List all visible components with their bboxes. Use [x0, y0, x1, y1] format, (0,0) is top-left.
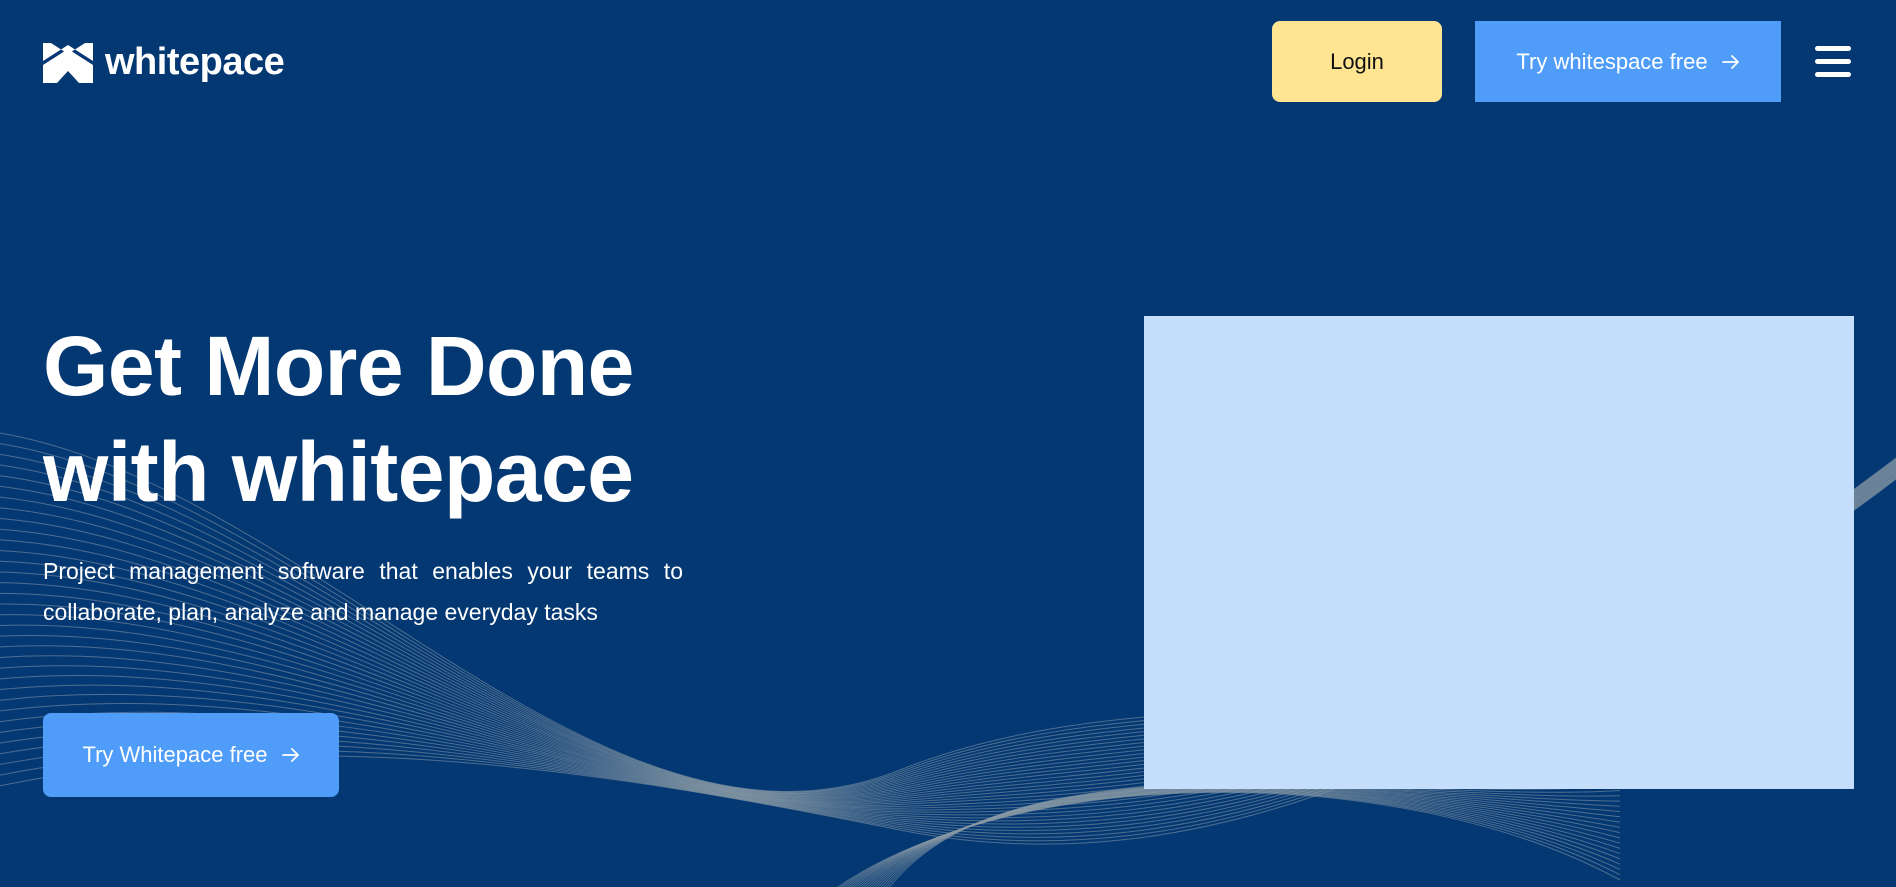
menu-line — [1815, 59, 1851, 64]
login-button[interactable]: Login — [1272, 21, 1442, 102]
try-free-header-button[interactable]: Try whitespace free — [1475, 21, 1781, 102]
whitepace-logo-icon — [43, 43, 93, 83]
wave-line — [850, 789, 1621, 887]
wave-line — [858, 788, 1621, 887]
wave-line — [872, 785, 1621, 887]
arrow-right-icon — [281, 748, 299, 762]
brand-name: whitepace — [105, 41, 285, 83]
wave-line — [889, 779, 1621, 887]
hero-image-placeholder — [1144, 316, 1854, 789]
menu-line — [1815, 72, 1851, 77]
wave-line — [866, 786, 1621, 887]
hero-title-line-1: Get More Done — [43, 319, 634, 413]
try-free-hero-button[interactable]: Try Whitepace free — [43, 713, 339, 797]
hero-title-line-2: with whitepace — [43, 425, 634, 519]
wave-line — [839, 791, 1621, 887]
wave-line — [880, 784, 1621, 887]
try-free-header-label: Try whitespace free — [1516, 48, 1708, 74]
wave-line — [837, 791, 1621, 887]
wave-line — [875, 785, 1621, 887]
wave-line — [861, 787, 1621, 887]
menu-line — [1815, 46, 1851, 51]
wave-line — [864, 787, 1621, 887]
hero-subtitle: Project management software that enables… — [43, 558, 683, 625]
hamburger-menu-icon[interactable] — [1815, 44, 1853, 78]
wave-line — [877, 784, 1621, 887]
arrow-right-icon — [1721, 54, 1739, 69]
hero-title: Get More Done with whitepace — [43, 313, 803, 525]
wave-line — [886, 783, 1621, 887]
wave-line — [847, 789, 1621, 887]
wave-line — [842, 790, 1621, 887]
brand-logo[interactable]: whitepace — [43, 40, 285, 84]
try-free-hero-label: Try Whitepace free — [82, 742, 268, 767]
site-header: whitepace Login Try whitespace free — [0, 0, 1896, 122]
wave-line — [869, 786, 1621, 887]
login-button-label: Login — [1330, 48, 1384, 74]
wave-line — [855, 788, 1621, 887]
wave-line — [845, 790, 1621, 887]
wave-line — [853, 789, 1621, 887]
wave-line — [883, 783, 1621, 887]
